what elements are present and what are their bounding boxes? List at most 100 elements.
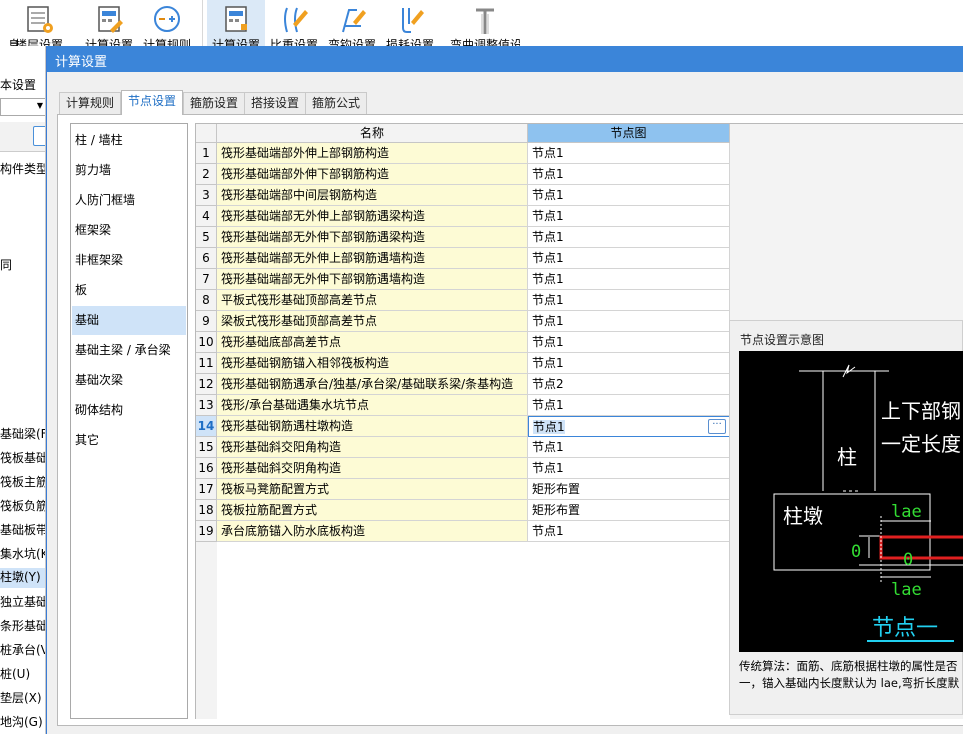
node-value-editor[interactable]: 节点1 ··· [528, 416, 730, 437]
row-number[interactable]: 4 [196, 206, 217, 227]
row-number[interactable]: 11 [196, 353, 217, 374]
row-name-cell[interactable]: 筏形基础端部无外伸下部钢筋遇梁构造 [217, 227, 528, 248]
row-name-cell[interactable]: 筏形基础端部外伸上部钢筋构造 [217, 143, 528, 164]
tree-item[interactable]: 筏板基础( [0, 449, 45, 466]
table-row[interactable]: 15 筏形基础斜交阳角构造 节点1 [196, 437, 730, 458]
tree-item-selected[interactable]: 柱墩(Y) [0, 568, 45, 588]
row-number[interactable]: 19 [196, 521, 217, 542]
row-name-cell[interactable]: 筏形基础钢筋锚入相邻筏板构造 [217, 353, 528, 374]
category-item[interactable]: 板 [72, 276, 186, 305]
row-name-cell[interactable]: 筏形基础端部外伸下部钢筋构造 [217, 164, 528, 185]
row-number[interactable]: 2 [196, 164, 217, 185]
row-node-cell[interactable]: 节点1 [528, 332, 730, 353]
row-name-cell[interactable]: 筏形基础钢筋遇柱墩构造 [217, 416, 528, 437]
row-name-cell[interactable]: 筏形基础端部中间层钢筋构造 [217, 185, 528, 206]
row-node-cell[interactable]: 节点1 [528, 458, 730, 479]
tree-item[interactable]: 基础梁(F) [0, 425, 45, 442]
tree-item[interactable]: 基础板带( [0, 521, 45, 538]
row-number[interactable]: 3 [196, 185, 217, 206]
row-node-cell[interactable]: 节点1 [528, 437, 730, 458]
table-row[interactable]: 13 筏形/承台基础遇集水坑节点 节点1 [196, 395, 730, 416]
row-number[interactable]: 18 [196, 500, 217, 521]
table-row[interactable]: 2 筏形基础端部外伸下部钢筋构造 节点1 [196, 164, 730, 185]
toolbar-button-floor-settings[interactable]: 楼层设置 [10, 0, 68, 52]
category-item[interactable]: 剪力墙 [72, 156, 186, 185]
row-number[interactable]: 6 [196, 248, 217, 269]
row-node-cell[interactable]: 节点1 [528, 269, 730, 290]
toolbar-button-loss-settings[interactable]: 损耗设置 [381, 0, 439, 52]
category-item[interactable]: 基础次梁 [72, 366, 186, 395]
table-row[interactable]: 17 筏板马凳筋配置方式 矩形布置 [196, 479, 730, 500]
row-name-cell[interactable]: 筏形基础斜交阴角构造 [217, 458, 528, 479]
row-number[interactable]: 8 [196, 290, 217, 311]
row-node-cell[interactable]: 节点1 [528, 311, 730, 332]
row-node-cell[interactable]: 节点1 [528, 227, 730, 248]
category-item[interactable]: 砌体结构 [72, 396, 186, 425]
tree-item[interactable]: 集水坑(K) [0, 545, 45, 562]
toolbar-button-bend-adjust[interactable]: 弯曲调整值设置 [450, 0, 520, 52]
row-number[interactable]: 14 [196, 416, 217, 437]
toolbar-button-calc-settings-active[interactable]: 计算设置 [207, 0, 265, 52]
table-row-current[interactable]: 14 筏形基础钢筋遇柱墩构造 节点1 ··· [196, 416, 730, 437]
table-row[interactable]: 7 筏形基础端部无外伸下部钢筋遇墙构造 节点1 [196, 269, 730, 290]
tab-stirrup-formula[interactable]: 箍筋公式 [305, 92, 368, 114]
category-item-selected[interactable]: 基础 [72, 306, 186, 335]
table-row[interactable]: 10 筏形基础底部高差节点 节点1 [196, 332, 730, 353]
table-row[interactable]: 3 筏形基础端部中间层钢筋构造 节点1 [196, 185, 730, 206]
row-name-cell[interactable]: 筏形基础钢筋遇承台/独基/承台梁/基础联系梁/条基构造 [217, 374, 528, 395]
row-number[interactable]: 17 [196, 479, 217, 500]
row-name-cell[interactable]: 梁板式筏形基础顶部高差节点 [217, 311, 528, 332]
row-number[interactable]: 5 [196, 227, 217, 248]
category-item[interactable]: 基础主梁 / 承台梁 [72, 336, 186, 365]
row-number[interactable]: 9 [196, 311, 217, 332]
row-number[interactable]: 12 [196, 374, 217, 395]
tree-item[interactable]: 垫层(X) [0, 689, 42, 706]
toolbar-button-weight-settings[interactable]: 比重设置 [265, 0, 323, 52]
row-node-cell[interactable]: 节点1 [528, 395, 730, 416]
row-name-cell[interactable]: 筏形基础斜交阳角构造 [217, 437, 528, 458]
row-node-cell[interactable]: 节点1 [528, 206, 730, 227]
row-name-cell[interactable]: 筏板拉筋配置方式 [217, 500, 528, 521]
category-item[interactable]: 人防门框墙 [72, 186, 186, 215]
table-row[interactable]: 11 筏形基础钢筋锚入相邻筏板构造 节点1 [196, 353, 730, 374]
tree-item[interactable]: 独立基础( [0, 593, 45, 610]
row-name-cell[interactable]: 筏板马凳筋配置方式 [217, 479, 528, 500]
ellipsis-button[interactable]: ··· [708, 419, 726, 434]
row-name-cell[interactable]: 筏形基础端部无外伸下部钢筋遇墙构造 [217, 269, 528, 290]
table-row[interactable]: 16 筏形基础斜交阴角构造 节点1 [196, 458, 730, 479]
row-number[interactable]: 15 [196, 437, 217, 458]
row-name-cell[interactable]: 筏形基础端部无外伸上部钢筋遇梁构造 [217, 206, 528, 227]
table-row[interactable]: 18 筏板拉筋配置方式 矩形布置 [196, 500, 730, 521]
table-row[interactable]: 1 筏形基础端部外伸上部钢筋构造 节点1 [196, 143, 730, 164]
row-node-cell[interactable]: 节点1 [528, 353, 730, 374]
tree-item[interactable]: 构件类型 [0, 160, 45, 177]
category-item[interactable]: 其它 [72, 426, 186, 455]
table-row[interactable]: 6 筏形基础端部无外伸上部钢筋遇墙构造 节点1 [196, 248, 730, 269]
tree-item[interactable]: 筏板负筋( [0, 497, 45, 514]
table-row[interactable]: 8 平板式筏形基础顶部高差节点 节点1 [196, 290, 730, 311]
left-panel-combo[interactable]: ▼ [0, 98, 45, 116]
row-node-cell[interactable]: 矩形布置 [528, 500, 730, 521]
dialog-title-bar[interactable]: 计算设置 [47, 46, 963, 72]
column-header-node[interactable]: 节点图 [528, 124, 730, 143]
tree-item[interactable]: 筏板主筋( [0, 473, 45, 490]
row-name-cell[interactable]: 筏形基础底部高差节点 [217, 332, 528, 353]
table-row[interactable]: 4 筏形基础端部无外伸上部钢筋遇梁构造 节点1 [196, 206, 730, 227]
category-item[interactable]: 柱 / 墙柱 [72, 126, 186, 155]
tab-lap-settings[interactable]: 搭接设置 [244, 92, 307, 114]
row-number[interactable]: 16 [196, 458, 217, 479]
tab-calc-rules[interactable]: 计算规则 [59, 92, 122, 114]
row-node-cell[interactable]: 矩形布置 [528, 479, 730, 500]
row-node-cell[interactable]: 节点1 [528, 164, 730, 185]
table-row[interactable]: 12 筏形基础钢筋遇承台/独基/承台梁/基础联系梁/条基构造 节点2 [196, 374, 730, 395]
tab-stirrup-settings[interactable]: 箍筋设置 [183, 92, 246, 114]
table-row[interactable]: 19 承台底筋锚入防水底板构造 节点1 [196, 521, 730, 542]
table-row[interactable]: 5 筏形基础端部无外伸下部钢筋遇梁构造 节点1 [196, 227, 730, 248]
tab-node-settings[interactable]: 节点设置 [121, 90, 184, 115]
row-number[interactable]: 1 [196, 143, 217, 164]
row-number[interactable]: 7 [196, 269, 217, 290]
toolbar-button-hook-settings[interactable]: 弯钩设置 [323, 0, 381, 52]
column-header-name[interactable]: 名称 [217, 124, 528, 143]
row-number[interactable]: 10 [196, 332, 217, 353]
tree-item[interactable]: 地沟(G) [0, 713, 43, 730]
